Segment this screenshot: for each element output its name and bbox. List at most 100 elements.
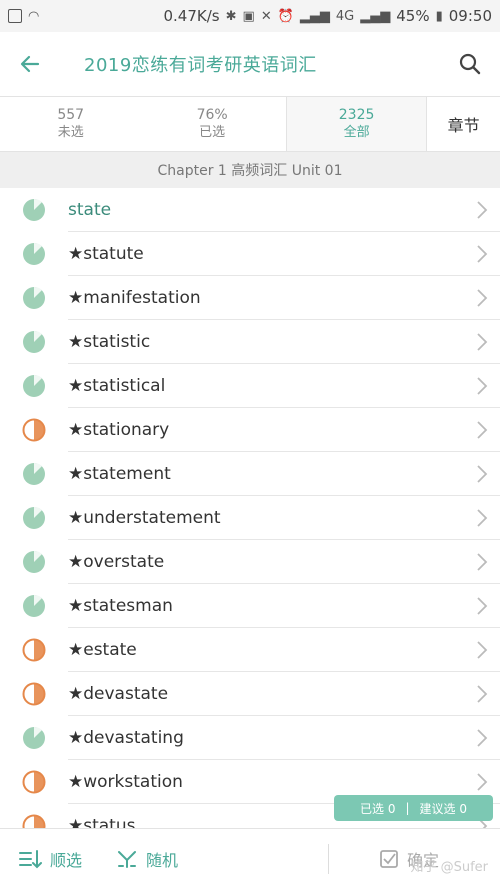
selection-badge: 已选 0 | 建议选 0 <box>334 795 493 821</box>
random-label: 随机 <box>146 850 179 870</box>
mastery-pie-icon <box>0 593 68 619</box>
chevron-right-icon <box>476 376 488 400</box>
chevron-right-icon <box>476 200 488 224</box>
word-row[interactable]: ★manifestation <box>0 276 500 320</box>
tab-chapter[interactable]: 章节 <box>427 97 500 151</box>
word-row[interactable]: ★stationary <box>0 408 500 452</box>
order-select-button[interactable]: 顺选 <box>18 847 82 871</box>
tab-selected[interactable]: 76% 已选 <box>141 97 282 151</box>
sort-icon <box>19 849 42 868</box>
chevron-right-icon <box>476 772 488 796</box>
chevron-right-icon <box>476 728 488 752</box>
chevron-right-icon <box>476 464 488 488</box>
mute-icon: ✕ <box>260 8 272 24</box>
random-button[interactable]: 随机 <box>116 847 178 871</box>
watermark: 知乎 @Sufer <box>410 860 488 875</box>
back-arrow-icon <box>20 55 40 73</box>
battery-icon: ▮ <box>435 8 443 24</box>
app-bar: 2019恋练有词考研英语词汇 <box>0 32 500 96</box>
clock: 09:50 <box>448 7 492 25</box>
checkbox-icon <box>380 849 398 868</box>
word-text: state <box>68 188 500 232</box>
chevron-right-icon <box>476 508 488 532</box>
mastery-pie-icon <box>0 241 68 267</box>
word-text: ★overstate <box>68 540 500 584</box>
back-button[interactable] <box>0 32 60 96</box>
word-text: ★understatement <box>68 496 500 540</box>
tab-all[interactable]: 2325 全部 <box>285 97 428 151</box>
word-text: ★statement <box>68 452 500 496</box>
learning-pie-icon <box>0 637 68 663</box>
word-text: ★stationary <box>68 408 500 452</box>
nfc-icon: ▣ <box>242 8 255 24</box>
status-bar: ◠ 0.47K/s ✱ ▣ ✕ ⏰ ▂▄▆ 4G ▂▄▆ 45% ▮ 09:50 <box>0 0 500 32</box>
tab-count: 557 <box>57 107 85 123</box>
word-text: ★statesman <box>68 584 500 628</box>
tab-unselected[interactable]: 557 未选 <box>0 97 141 151</box>
search-icon <box>459 53 481 75</box>
signal-icon-2: ▂▄▆ <box>360 8 391 24</box>
word-row[interactable]: ★overstate <box>0 540 500 584</box>
divider <box>328 843 330 874</box>
mastery-pie-icon <box>0 549 68 575</box>
tab-count: 76% <box>196 107 228 123</box>
word-row[interactable]: ★statesman <box>0 584 500 628</box>
tab-label: 未选 <box>57 125 84 140</box>
mastery-pie-icon <box>0 285 68 311</box>
network-type: 4G <box>335 8 355 24</box>
chevron-right-icon <box>476 420 488 444</box>
tab-label: 全部 <box>343 125 370 140</box>
word-row[interactable]: ★devastating <box>0 716 500 760</box>
word-row[interactable]: ★understatement <box>0 496 500 540</box>
alarm-icon: ⏰ <box>277 8 294 24</box>
word-row[interactable]: state <box>0 188 500 232</box>
notification-icon: ◠ <box>28 8 40 24</box>
mastery-pie-icon <box>0 505 68 531</box>
learning-pie-icon <box>0 813 68 828</box>
word-text: ★statistical <box>68 364 500 408</box>
mastery-pie-icon <box>0 461 68 487</box>
word-text: ★statistic <box>68 320 500 364</box>
badge-separator: | <box>405 801 410 815</box>
word-row[interactable]: ★statistical <box>0 364 500 408</box>
chevron-right-icon <box>476 244 488 268</box>
tab-label: 已选 <box>199 125 226 140</box>
word-text: ★statute <box>68 232 500 276</box>
chapter-header: Chapter 1 高频词汇 Unit 01 <box>0 152 500 188</box>
chevron-right-icon <box>476 640 488 664</box>
mastery-pie-icon <box>0 373 68 399</box>
gallery-icon <box>8 9 22 23</box>
learning-pie-icon <box>0 417 68 443</box>
filter-tabs: 557 未选 76% 已选 2325 全部 章节 <box>0 96 500 152</box>
chevron-right-icon <box>476 288 488 312</box>
learning-pie-icon <box>0 769 68 795</box>
word-row[interactable]: ★devastate <box>0 672 500 716</box>
word-text: ★devastating <box>68 716 500 760</box>
word-list[interactable]: state ★statute ★manifestation ★statistic ★st… <box>0 188 500 828</box>
word-row[interactable]: ★estate <box>0 628 500 672</box>
mastery-pie-icon <box>0 197 68 223</box>
mastery-pie-icon <box>0 725 68 751</box>
word-row[interactable]: ★statement <box>0 452 500 496</box>
word-row[interactable]: ★statistic <box>0 320 500 364</box>
signal-icon: ▂▄▆ <box>299 8 330 24</box>
word-text: ★manifestation <box>68 276 500 320</box>
learning-pie-icon <box>0 681 68 707</box>
chevron-right-icon <box>476 332 488 356</box>
order-select-label: 顺选 <box>50 850 83 870</box>
chevron-right-icon <box>476 684 488 708</box>
word-row[interactable]: ★statute <box>0 232 500 276</box>
chevron-right-icon <box>476 552 488 576</box>
tab-count: 2325 <box>338 107 375 123</box>
mastery-pie-icon <box>0 329 68 355</box>
chevron-right-icon <box>476 596 488 620</box>
suggested-count: 建议选 0 <box>419 801 467 816</box>
shuffle-icon <box>118 850 137 868</box>
search-button[interactable] <box>440 32 500 96</box>
selected-count: 已选 0 <box>360 801 396 816</box>
word-text: ★devastate <box>68 672 500 716</box>
page-title: 2019恋练有词考研英语词汇 <box>84 55 317 76</box>
battery-percent: 45% <box>396 7 430 25</box>
bluetooth-icon: ✱ <box>225 8 237 24</box>
word-text: ★estate <box>68 628 500 672</box>
